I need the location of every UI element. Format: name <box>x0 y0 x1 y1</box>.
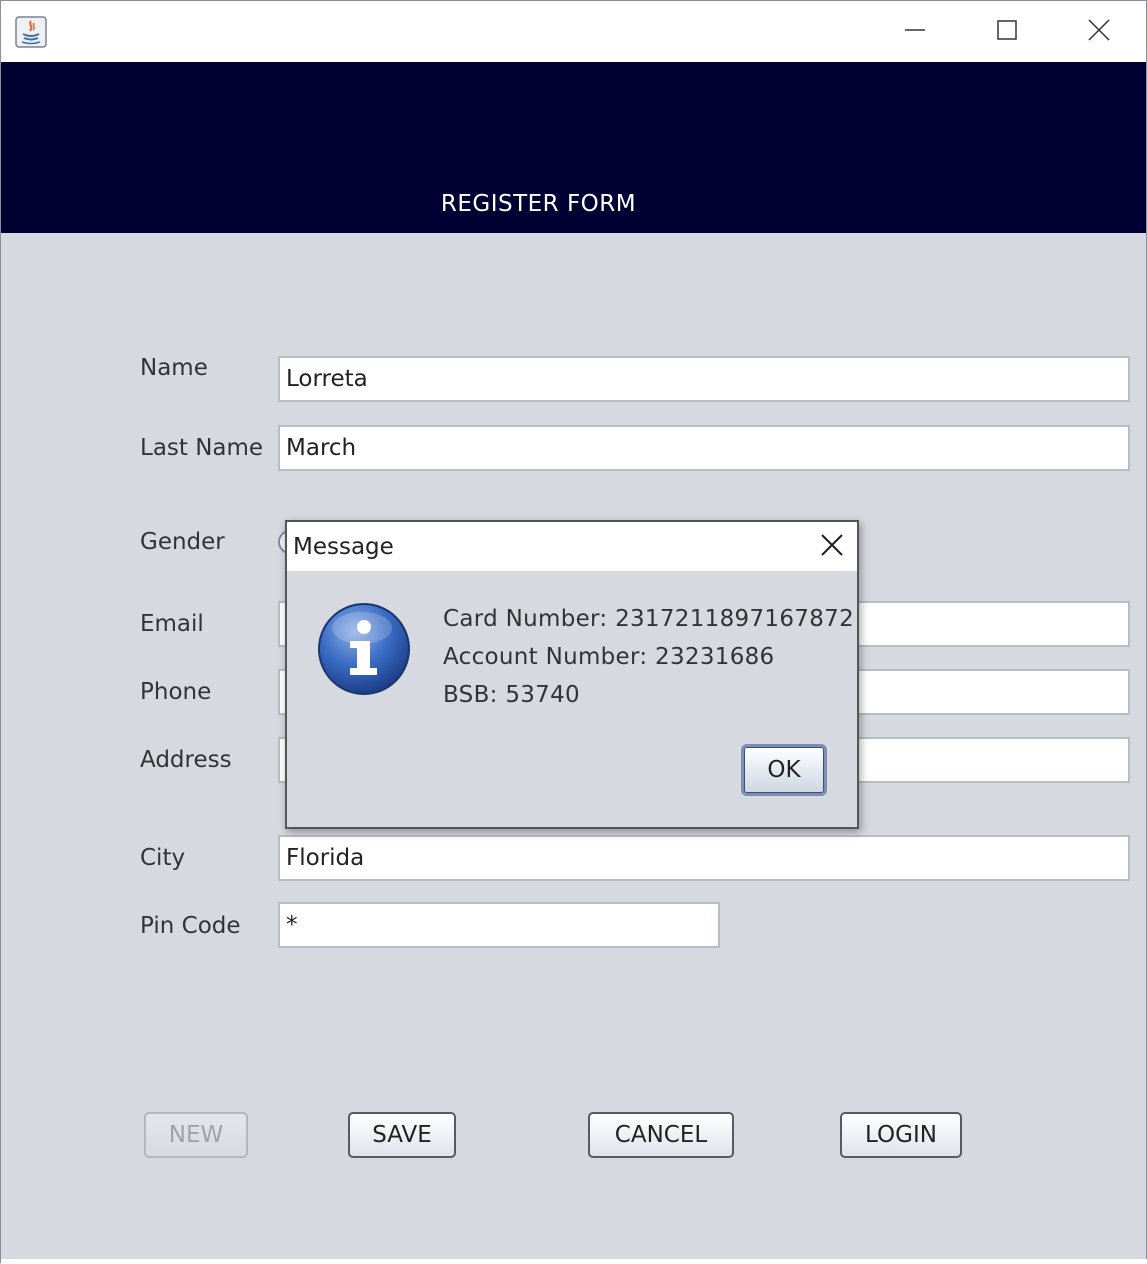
pin-code-field[interactable]: * <box>278 902 720 948</box>
new-button[interactable]: NEW <box>144 1112 248 1158</box>
register-window: REGISTER FORM Name Last Name Gender Emai… <box>0 0 1147 1264</box>
bsb-text: BSB: 53740 <box>443 682 580 708</box>
cancel-button[interactable]: CANCEL <box>588 1112 734 1158</box>
pin-code-label: Pin Code <box>140 913 241 939</box>
maximize-icon <box>996 19 1018 45</box>
address-label: Address <box>140 747 232 773</box>
ok-button[interactable]: OK <box>741 744 827 796</box>
save-button[interactable]: SAVE <box>348 1112 456 1158</box>
name-field[interactable]: Lorreta <box>278 356 1130 402</box>
city-label: City <box>140 845 186 871</box>
name-label: Name <box>140 355 208 381</box>
dialog-title-bar: Message <box>287 522 857 571</box>
title-bar <box>1 1 1146 62</box>
minimize-icon <box>904 19 926 45</box>
window-bottom-edge <box>1 1259 1147 1264</box>
minimize-button[interactable] <box>869 1 961 62</box>
dialog-title: Message <box>293 534 394 560</box>
login-button[interactable]: LOGIN <box>840 1112 962 1158</box>
card-number-text: Card Number: 2317211897167872 <box>443 606 854 632</box>
city-field[interactable]: Florida <box>278 835 1130 881</box>
gender-label: Gender <box>140 529 225 555</box>
java-icon <box>15 16 47 48</box>
close-icon <box>1087 18 1111 46</box>
close-button[interactable] <box>1053 1 1145 62</box>
last-name-label: Last Name <box>140 435 264 461</box>
page-title: REGISTER FORM <box>440 191 637 217</box>
maximize-button[interactable] <box>961 1 1053 62</box>
account-number-text: Account Number: 23231686 <box>443 644 775 670</box>
phone-label: Phone <box>140 679 212 705</box>
email-label: Email <box>140 611 204 637</box>
message-dialog: Message Card Number: 2317211897167872 Ac… <box>285 520 859 829</box>
last-name-field[interactable]: March <box>278 425 1130 471</box>
dialog-close-icon[interactable] <box>819 532 845 558</box>
info-icon <box>317 602 411 696</box>
